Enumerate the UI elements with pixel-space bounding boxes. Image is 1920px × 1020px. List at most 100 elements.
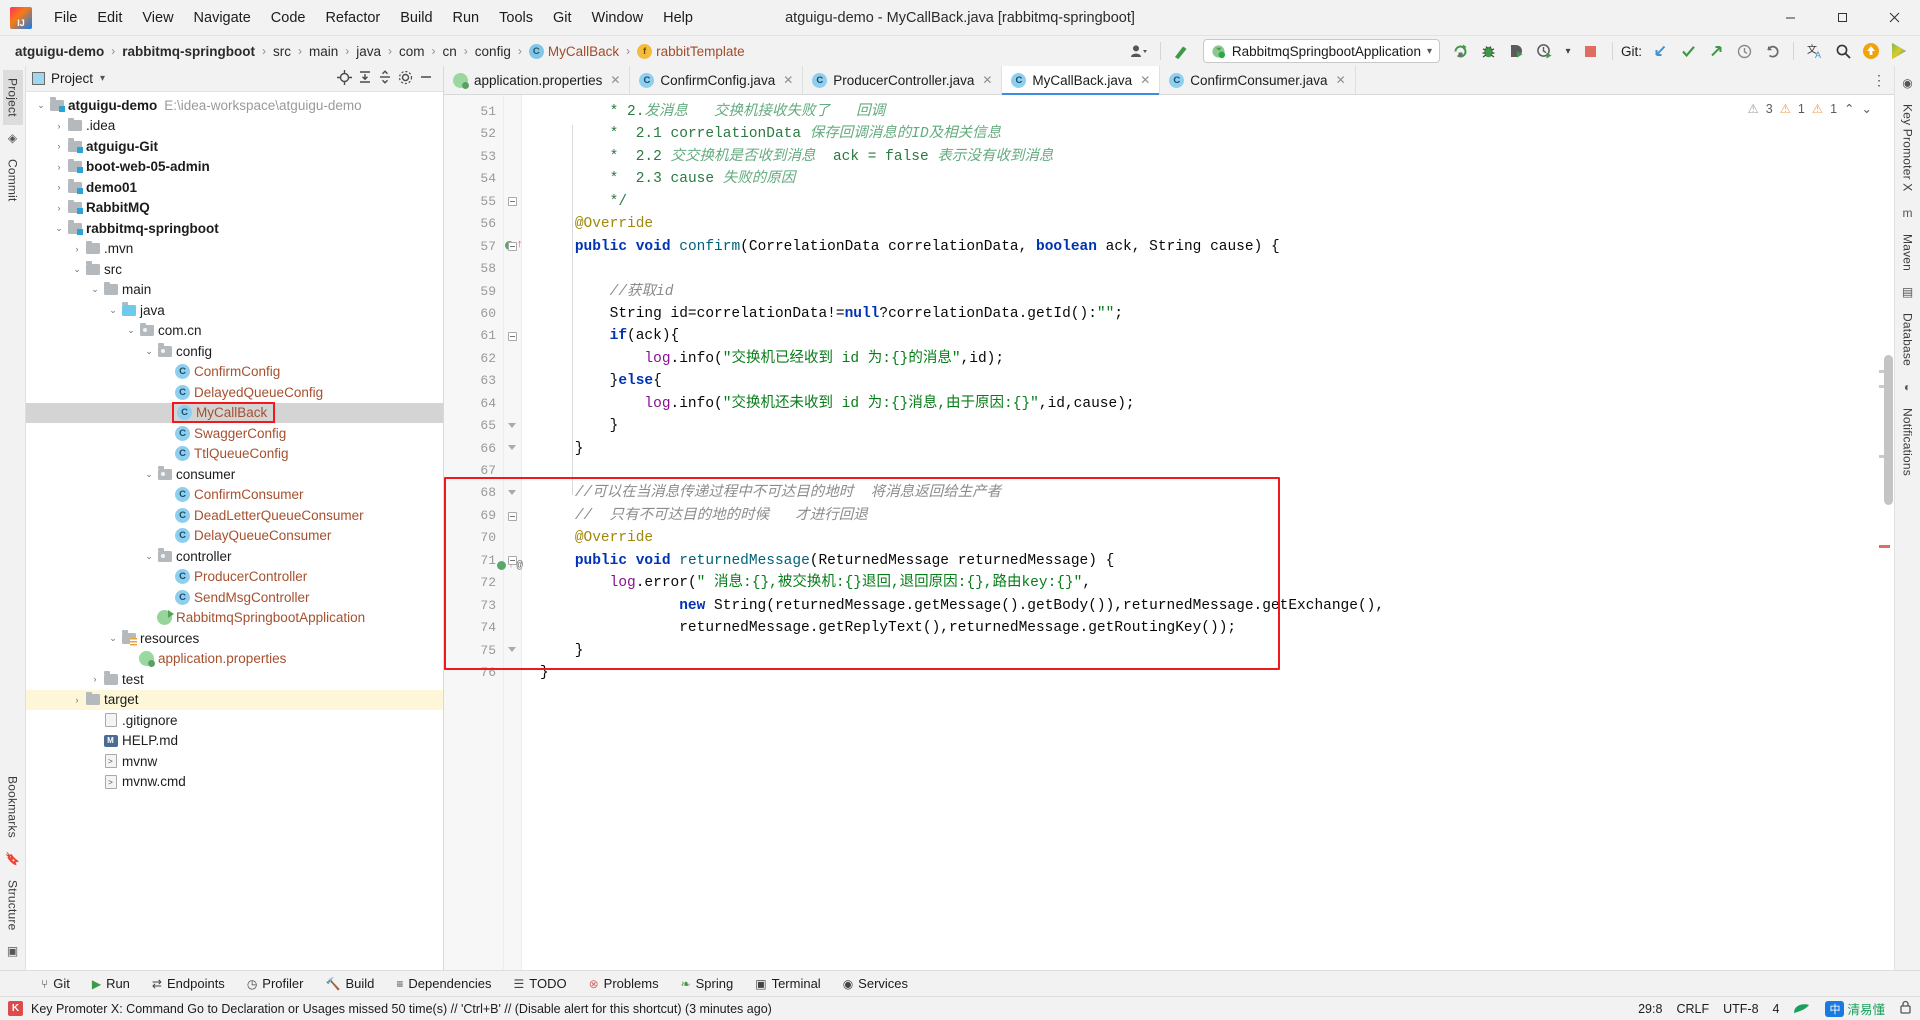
commit-check-icon[interactable] — [1675, 39, 1701, 63]
menu-code[interactable]: Code — [261, 7, 316, 29]
tool-window-run[interactable]: ▶ Run — [81, 973, 141, 994]
code-line[interactable]: } — [522, 662, 1894, 684]
tree-node-ttlqueueconfig[interactable]: C TtlQueueConfig — [26, 444, 443, 465]
line-number[interactable]: 64 — [444, 393, 503, 415]
code-line[interactable]: * 2.2 交交换机是否收到消息 ack = false 表示没有收到消息 — [522, 146, 1894, 168]
rollback-icon[interactable] — [1759, 39, 1785, 63]
tree-node-src[interactable]: ⌄ src — [26, 259, 443, 280]
fold-region[interactable] — [504, 303, 521, 325]
tool-window-terminal[interactable]: ▣ Terminal — [744, 973, 831, 994]
rail-tab-project[interactable]: Project — [2, 70, 23, 125]
stop-icon[interactable] — [1578, 39, 1604, 63]
tree-node-rabbitmq[interactable]: › RabbitMQ — [26, 198, 443, 219]
tool-window-dependencies[interactable]: ≡ Dependencies — [385, 973, 502, 994]
rerun-icon[interactable] — [1448, 39, 1474, 63]
debug-bug-icon[interactable] — [1476, 39, 1502, 63]
tool-window-profiler[interactable]: ◷ Profiler — [236, 973, 315, 994]
ime-indicator[interactable]: 中 清易懂 — [1825, 999, 1885, 1018]
chevron-down-icon[interactable]: ⌄ — [142, 346, 156, 357]
line-number[interactable]: 76 — [444, 662, 503, 684]
caret-position[interactable]: 29:8 — [1638, 1002, 1662, 1016]
line-number[interactable]: 66 — [444, 438, 503, 460]
code-line[interactable]: } — [522, 640, 1894, 662]
line-number-gutter[interactable]: 51 52 53 54 55 56 57 ↑ 58 59 60 61 62 63 64 65 66 67 68 69 7… — [444, 95, 523, 970]
code-line[interactable] — [522, 460, 1894, 482]
code-line[interactable]: //可以在当消息传递过程中不可达目的地时 将消息返回给生产者 — [522, 482, 1894, 504]
code-line[interactable]: } — [522, 415, 1894, 437]
line-number[interactable]: 62 — [444, 348, 503, 370]
tool-window-endpoints[interactable]: ⇄ Endpoints — [141, 973, 236, 994]
breadcrumb-cn[interactable]: cn — [440, 43, 460, 60]
minimize-button[interactable] — [1764, 0, 1816, 36]
line-number[interactable]: 63 — [444, 370, 503, 392]
fold-region[interactable] — [504, 640, 521, 662]
line-number[interactable]: 53 — [444, 146, 503, 168]
run-configuration-selector[interactable]: RabbitmqSpringbootApplication ▾ — [1202, 39, 1440, 63]
code-line[interactable]: log.info("交换机已经收到 id 为:{}的消息",id); — [522, 348, 1894, 370]
code-line[interactable]: // 只有不可达目的地的时候 才进行回退 — [522, 505, 1894, 527]
code-line[interactable]: public void confirm(CorrelationData corr… — [522, 236, 1894, 258]
code-line[interactable]: }else{ — [522, 370, 1894, 392]
menu-view[interactable]: View — [132, 7, 183, 29]
menu-window[interactable]: Window — [582, 7, 654, 29]
breadcrumb-com[interactable]: com — [396, 43, 428, 60]
tree-node-swaggerconfig[interactable]: C SwaggerConfig — [26, 423, 443, 444]
line-number[interactable]: 73 — [444, 595, 503, 617]
chevron-right-icon[interactable]: › — [52, 121, 66, 131]
close-tab-icon[interactable]: ✕ — [1140, 73, 1150, 87]
code-line[interactable]: log.error(" 消息:{},被交换机:{}退回,退回原因:{},路由ke… — [522, 572, 1894, 594]
line-number[interactable]: 59 — [444, 281, 503, 303]
maximize-button[interactable] — [1816, 0, 1868, 36]
profiler-dropdown-icon[interactable]: ▾ — [1560, 39, 1576, 63]
fold-region[interactable] — [504, 325, 521, 347]
code-line[interactable]: returnedMessage.getReplyText(),returnedM… — [522, 617, 1894, 639]
line-number[interactable]: 56 — [444, 213, 503, 235]
menu-help[interactable]: Help — [653, 7, 703, 29]
line-number[interactable]: 69 — [444, 505, 503, 527]
line-number[interactable]: 51 — [444, 101, 503, 123]
tree-node-mvnw[interactable]: mvnw — [26, 751, 443, 772]
chevron-down-icon[interactable]: ⌄ — [142, 551, 156, 562]
chevron-down-icon[interactable]: ▾ — [100, 73, 105, 84]
rail-tab-maven[interactable]: Maven — [1898, 226, 1918, 279]
breadcrumb-field[interactable]: f rabbitTemplate — [634, 43, 748, 60]
fold-region[interactable] — [504, 482, 521, 504]
project-tree[interactable]: ⌄ atguigu-demo E:\idea-workspace\atguigu-d… — [26, 92, 443, 970]
rail-tab-structure[interactable]: Structure — [3, 872, 23, 939]
fold-end-icon[interactable] — [508, 422, 517, 431]
fold-region[interactable] — [504, 101, 521, 123]
editor-scrollbar[interactable] — [1884, 355, 1893, 505]
fold-region[interactable] — [504, 505, 521, 527]
push-arrow-icon[interactable] — [1703, 39, 1729, 63]
tree-node-test[interactable]: › test — [26, 669, 443, 690]
line-number[interactable]: 61 — [444, 325, 503, 347]
update-project-icon[interactable] — [1647, 39, 1673, 63]
rail-tab-notifications[interactable]: Notifications — [1898, 400, 1918, 484]
tree-node--idea[interactable]: › .idea — [26, 116, 443, 137]
chevron-right-icon[interactable]: › — [70, 244, 84, 254]
menu-edit[interactable]: Edit — [87, 7, 132, 29]
code-line[interactable]: * 2.1 correlationData 保存回调消息的ID及相关信息 — [522, 123, 1894, 145]
tree-node--gitignore[interactable]: .gitignore — [26, 710, 443, 731]
code-line[interactable]: new String(returnedMessage.getMessage().… — [522, 595, 1894, 617]
indent-size[interactable]: 4 — [1773, 1002, 1780, 1016]
search-icon[interactable] — [1830, 39, 1856, 63]
fold-collapse-icon[interactable] — [508, 242, 517, 252]
line-number[interactable]: 74 — [444, 617, 503, 639]
fold-region[interactable] — [504, 281, 521, 303]
rail-tab-commit[interactable]: Commit — [3, 151, 23, 210]
tree-node-delayqueueconsumer[interactable]: C DelayQueueConsumer — [26, 526, 443, 547]
tree-node-controller[interactable]: ⌄ controller — [26, 546, 443, 567]
tree-node-producercontroller[interactable]: C ProducerController — [26, 567, 443, 588]
chevron-right-icon[interactable]: › — [52, 203, 66, 213]
tree-node-com-cn[interactable]: ⌄ com.cn — [26, 321, 443, 342]
line-number[interactable]: 72 — [444, 572, 503, 594]
tree-node--mvn[interactable]: › .mvn — [26, 239, 443, 260]
user-profile-icon[interactable] — [1126, 39, 1152, 63]
fold-region[interactable] — [504, 123, 521, 145]
line-separator[interactable]: CRLF — [1676, 1002, 1709, 1016]
breadcrumb-project[interactable]: atguigu-demo — [12, 43, 107, 60]
fold-region[interactable] — [504, 191, 521, 213]
fold-region[interactable] — [504, 258, 521, 280]
line-number[interactable]: 57 ↑ — [444, 236, 523, 258]
